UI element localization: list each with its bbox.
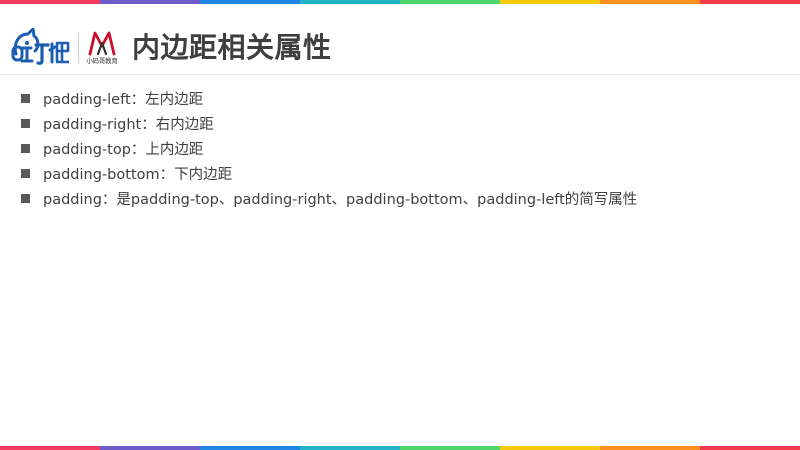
stripe-segment-7 [600, 446, 700, 450]
list-item: padding-left：左内边距 [21, 86, 637, 111]
square-bullet-icon [21, 94, 30, 103]
stripe-segment-8 [700, 446, 800, 450]
bullet-list: padding-left：左内边距 padding-right：右内边距 pad… [21, 86, 637, 211]
stripe-segment-4 [300, 446, 400, 450]
list-item: padding-top：上内边距 [21, 136, 637, 161]
mj-mark-logo: 小码哥教育 [82, 30, 122, 70]
square-bullet-icon [21, 119, 30, 128]
bottom-color-stripe [0, 446, 800, 450]
square-bullet-icon [21, 194, 30, 203]
square-bullet-icon [21, 169, 30, 178]
stripe-segment-5 [400, 446, 500, 450]
list-item: padding-right：右内边距 [21, 111, 637, 136]
mascot-wordmark-logo [10, 27, 74, 68]
stripe-segment-1 [0, 446, 100, 450]
stripe-segment-6 [500, 446, 600, 450]
list-item-text: padding-right：右内边距 [43, 117, 214, 133]
list-item: padding：是padding-top、padding-right、paddi… [21, 186, 637, 211]
list-item-text: padding：是padding-top、padding-right、paddi… [43, 192, 638, 208]
list-item-text: padding-left：左内边距 [43, 92, 204, 108]
square-bullet-icon [21, 144, 30, 153]
logo-small-text: 小码哥教育 [86, 57, 118, 65]
logo-divider [78, 33, 79, 63]
list-item-text: padding-bottom：下内边距 [43, 167, 233, 183]
mj-mark-graphic [88, 31, 116, 56]
stripe-segment-3 [200, 446, 300, 450]
stripe-segment-2 [100, 446, 200, 450]
slide-header: 小码哥教育 内边距相关属性 [0, 4, 800, 75]
mascot-logo-graphic [11, 27, 70, 65]
page-title: 内边距相关属性 [132, 31, 332, 64]
list-item-text: padding-top：上内边距 [43, 142, 204, 158]
list-item: padding-bottom：下内边距 [21, 161, 637, 186]
